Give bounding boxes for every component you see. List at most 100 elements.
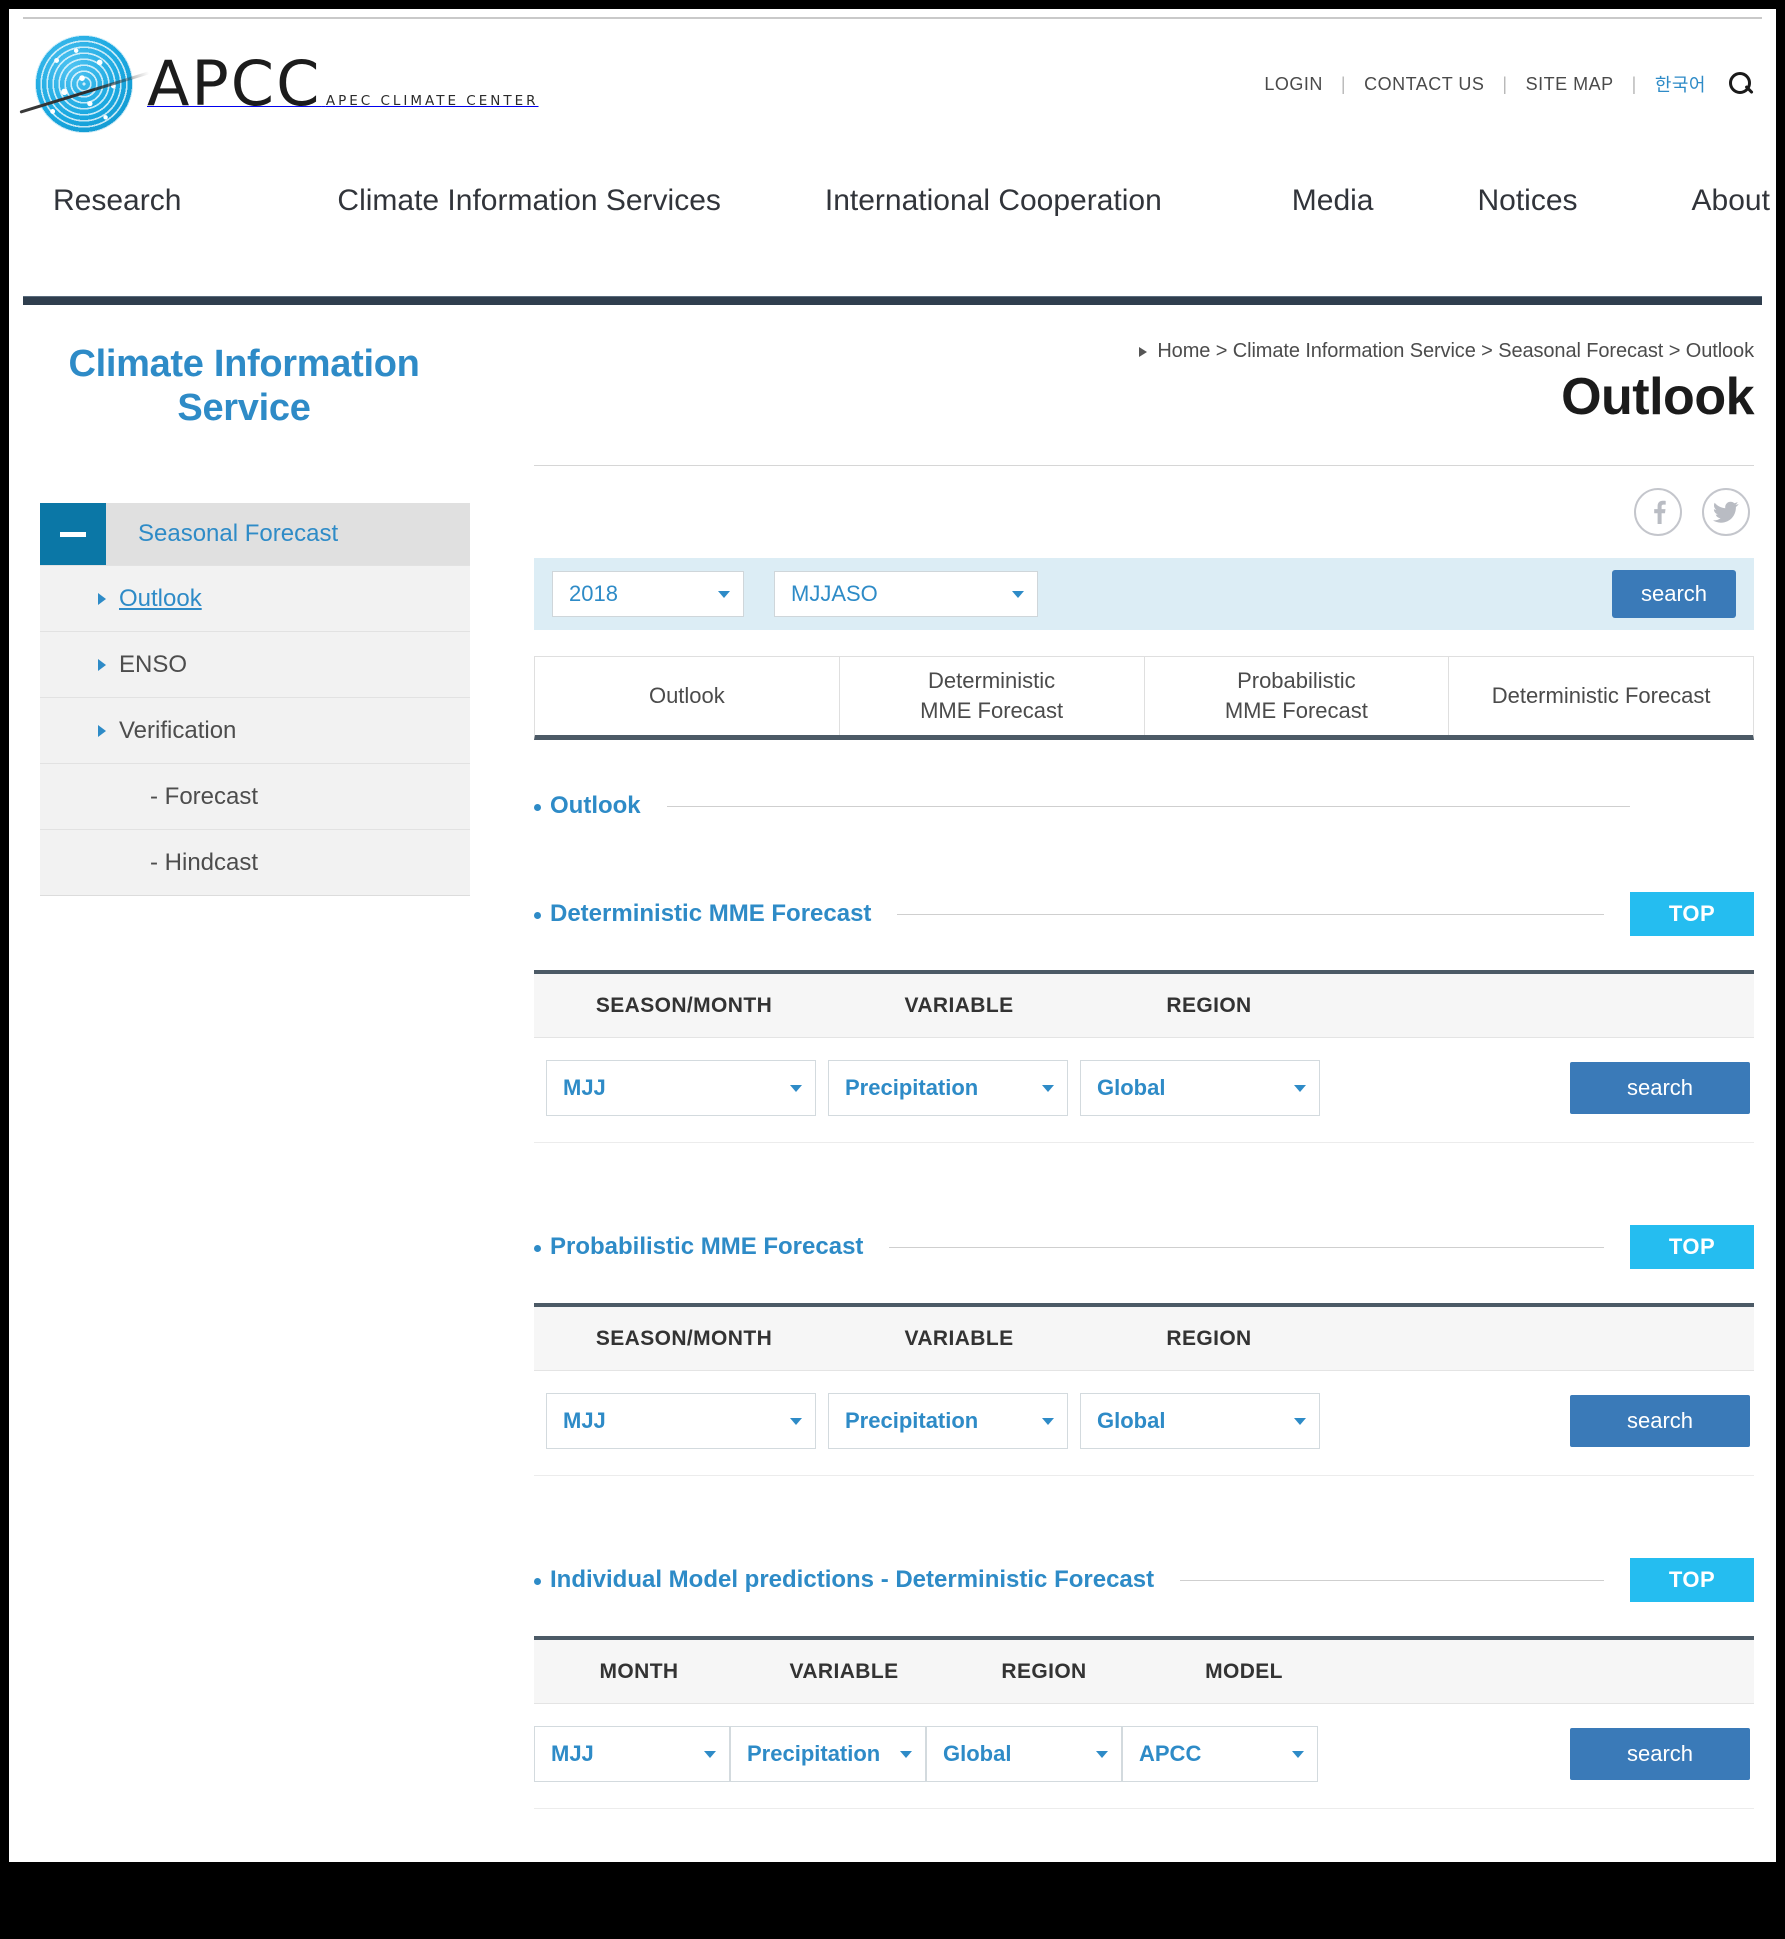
top-button[interactable]: TOP (1630, 1225, 1754, 1269)
sidebar-item-label: - Forecast (150, 783, 258, 811)
sidebar-item-label: ENSO (119, 651, 187, 679)
column-header-month: MONTH (534, 1660, 744, 1684)
nav-underline-bar (23, 296, 1762, 305)
region-value: Global (1097, 1408, 1165, 1434)
chevron-down-icon (704, 1751, 716, 1758)
breadcrumb-marker-icon (1139, 347, 1147, 357)
sidebar-item-outlook[interactable]: Outlook (40, 565, 470, 631)
utility-separator: | (1484, 74, 1525, 95)
month-value: MJJ (551, 1741, 594, 1767)
month-select[interactable]: MJJ (534, 1726, 730, 1782)
tab-label: Deterministic Forecast (1492, 681, 1711, 711)
nav-item-media[interactable]: Media (1292, 184, 1374, 218)
search-button[interactable]: search (1570, 1062, 1750, 1114)
main-content: Home > Climate Information Service > Sea… (534, 314, 1754, 1809)
utility-link-site-map[interactable]: SITE MAP (1526, 74, 1614, 95)
sidebar: Climate Information Service Seasonal For… (9, 314, 479, 896)
top-button[interactable]: TOP (1630, 1558, 1754, 1602)
chevron-down-icon (1096, 1751, 1108, 1758)
season-select[interactable]: MJJASO (774, 571, 1038, 617)
sidebar-item-forecast[interactable]: - Forecast (40, 763, 470, 829)
section-title: Outlook (550, 792, 641, 820)
column-header-season-month: SEASON/MONTH (534, 994, 834, 1018)
chevron-down-icon (1292, 1751, 1304, 1758)
tab-deterministic-forecast[interactable]: Deterministic Forecast (1449, 657, 1753, 735)
season-month-select[interactable]: MJJ (546, 1060, 816, 1116)
section-title: Probabilistic MME Forecast (550, 1233, 863, 1261)
utility-link-korean[interactable]: 한국어 (1655, 71, 1706, 97)
content-divider (534, 465, 1754, 466)
region-select[interactable]: Global (1080, 1393, 1320, 1449)
sidebar-group-seasonal-forecast[interactable]: Seasonal Forecast (40, 503, 470, 565)
section-rule (889, 1247, 1604, 1248)
panel-column-headers: SEASON/MONTH VARIABLE REGION (534, 974, 1754, 1038)
apcc-logo[interactable]: APCC APEC CLIMATE CENTER (29, 29, 539, 139)
variable-value: Precipitation (845, 1408, 978, 1434)
search-button[interactable]: search (1570, 1728, 1750, 1780)
nav-item-about-us[interactable]: About us (1692, 184, 1776, 218)
year-select[interactable]: 2018 (552, 571, 744, 617)
season-month-value: MJJ (563, 1408, 606, 1434)
variable-select[interactable]: Precipitation (828, 1060, 1068, 1116)
column-header-variable: VARIABLE (834, 994, 1084, 1018)
sidebar-item-enso[interactable]: ENSO (40, 631, 470, 697)
utility-link-login[interactable]: LOGIN (1264, 74, 1323, 95)
main-navigation: Research Climate Information Services In… (9, 184, 1776, 274)
season-month-select[interactable]: MJJ (546, 1393, 816, 1449)
variable-select[interactable]: Precipitation (828, 1393, 1068, 1449)
model-select[interactable]: APCC (1122, 1726, 1318, 1782)
tab-probabilistic-mme-forecast[interactable]: Probabilistic MME Forecast (1145, 657, 1450, 735)
nav-item-research[interactable]: Research (53, 184, 181, 218)
variable-value: Precipitation (845, 1075, 978, 1101)
sidebar-menu: Seasonal Forecast Outlook ENSO Verificat… (40, 503, 470, 896)
region-select[interactable]: Global (1080, 1060, 1320, 1116)
section-rule (1180, 1580, 1604, 1581)
logo-tagline: APEC CLIMATE CENTER (326, 93, 539, 109)
tab-deterministic-mme-forecast[interactable]: Deterministic MME Forecast (840, 657, 1145, 735)
collapse-minus-icon[interactable] (40, 503, 106, 565)
search-icon[interactable] (1728, 71, 1754, 97)
breadcrumb: Home > Climate Information Service > Sea… (534, 314, 1754, 363)
sidebar-item-label: - Hindcast (150, 849, 258, 877)
tab-label: Outlook (649, 681, 725, 711)
page-frame: APCC APEC CLIMATE CENTER LOGIN | CONTACT… (9, 9, 1776, 1862)
region-value: Global (1097, 1075, 1165, 1101)
chevron-right-icon (98, 593, 106, 605)
facebook-icon[interactable] (1634, 488, 1682, 536)
tab-outlook[interactable]: Outlook (535, 657, 840, 735)
breadcrumb-text: Home > Climate Information Service > Sea… (1157, 340, 1754, 363)
sidebar-title: Climate Information Service (9, 314, 479, 430)
panel-controls-row: MJJ Precipitation Global APCC (534, 1704, 1754, 1809)
chevron-down-icon (790, 1418, 802, 1425)
top-button[interactable]: TOP (1630, 892, 1754, 936)
section-title: Individual Model predictions - Determini… (550, 1566, 1154, 1594)
column-header-region: REGION (1084, 1327, 1334, 1351)
column-header-season-month: SEASON/MONTH (534, 1327, 834, 1351)
utility-nav: LOGIN | CONTACT US | SITE MAP | 한국어 (1264, 71, 1754, 97)
bullet-icon (534, 804, 541, 811)
region-value: Global (943, 1741, 1011, 1767)
sidebar-item-hindcast[interactable]: - Hindcast (40, 829, 470, 895)
page-title: Outlook (534, 367, 1754, 427)
column-header-region: REGION (944, 1660, 1144, 1684)
nav-item-climate-information-services[interactable]: Climate Information Services (337, 184, 720, 218)
nav-item-notices[interactable]: Notices (1478, 184, 1578, 218)
variable-select[interactable]: Precipitation (730, 1726, 926, 1782)
bullet-icon (534, 1578, 541, 1585)
chevron-right-icon (98, 725, 106, 737)
search-button[interactable]: search (1612, 570, 1736, 618)
nav-item-international-cooperation[interactable]: International Cooperation (825, 184, 1162, 218)
column-header-variable: VARIABLE (834, 1327, 1084, 1351)
search-button[interactable]: search (1570, 1395, 1750, 1447)
twitter-icon[interactable] (1702, 488, 1750, 536)
sidebar-item-verification[interactable]: Verification (40, 697, 470, 763)
utility-link-contact-us[interactable]: CONTACT US (1364, 74, 1484, 95)
region-select[interactable]: Global (926, 1726, 1122, 1782)
chevron-down-icon (790, 1085, 802, 1092)
column-header-model: MODEL (1144, 1660, 1344, 1684)
bullet-icon (534, 1245, 541, 1252)
tab-label-line1: Deterministic (928, 668, 1055, 693)
chevron-down-icon (718, 591, 730, 598)
social-share-group (534, 488, 1754, 536)
logo-wordmark: APCC (147, 47, 321, 120)
